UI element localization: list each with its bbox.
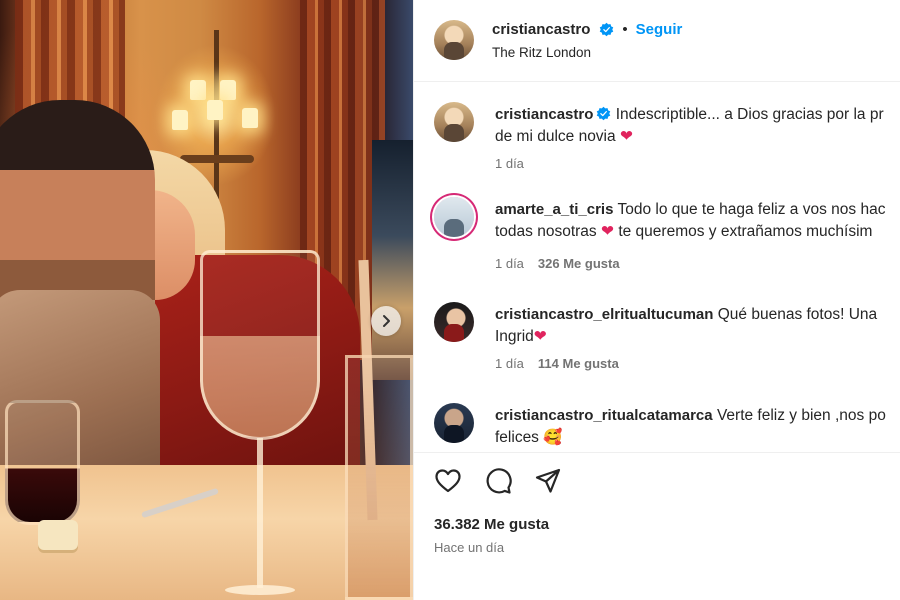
- comment-text: cristiancastro_elritualtucuman Qué buena…: [495, 304, 900, 348]
- follow-button[interactable]: Seguir: [636, 21, 683, 38]
- comment-text: cristiancastro Indescriptible... a Dios …: [495, 104, 900, 148]
- comment-meta: 1 día 114 Me gusta: [495, 356, 619, 371]
- verified-badge-icon: [597, 106, 611, 121]
- comment-item: cristiancastro_elritualtucuman Qué buena…: [414, 302, 900, 392]
- heart-emoji: ❤: [601, 223, 614, 240]
- action-bar: [434, 467, 562, 495]
- comment-avatar[interactable]: [434, 102, 474, 142]
- comment-item: amarte_a_ti_cris Todo lo que te haga fel…: [414, 197, 900, 287]
- comment-time[interactable]: 1 día: [495, 256, 524, 271]
- dessert: [38, 520, 78, 550]
- comment-avatar[interactable]: [434, 403, 474, 443]
- comment-icon[interactable]: [484, 467, 512, 495]
- wine-glass: [200, 250, 320, 600]
- likes-count[interactable]: 36.382 Me gusta: [434, 516, 549, 533]
- post-photo: [0, 0, 413, 600]
- comment-username[interactable]: cristiancastro_ritualcatamarca: [495, 407, 713, 424]
- wine-carafe: [5, 400, 80, 525]
- heart-icon[interactable]: [434, 467, 462, 495]
- author-username[interactable]: cristiancastro: [492, 21, 590, 38]
- comment-likes[interactable]: 114 Me gusta: [538, 356, 619, 371]
- chevron-right-icon: [383, 315, 390, 327]
- comment-meta: 1 día: [495, 156, 524, 171]
- window-view: [372, 140, 413, 380]
- comment-body-line2: Ingrid: [495, 328, 534, 345]
- comments-list[interactable]: cristiancastro Indescriptible... a Dios …: [414, 83, 900, 451]
- comment-item: cristiancastro Indescriptible... a Dios …: [414, 102, 900, 192]
- author-avatar[interactable]: [434, 20, 474, 60]
- carousel-next-button[interactable]: [371, 306, 401, 336]
- comment-body-line1: Qué buenas fotos! Una: [717, 306, 878, 323]
- comment-username[interactable]: amarte_a_ti_cris: [495, 201, 613, 218]
- comment-text: cristiancastro_ritualcatamarca Verte fel…: [495, 405, 900, 449]
- smiling-hearts-emoji: 🥰: [543, 429, 563, 446]
- comment-text: amarte_a_ti_cris Todo lo que te haga fel…: [495, 199, 900, 243]
- comment-body-line2: felices: [495, 429, 539, 446]
- comment-body-line2: de mi dulce novia: [495, 128, 616, 145]
- post-timestamp[interactable]: Hace un día: [434, 540, 504, 555]
- comment-body-line1: Todo lo que te haga feliz a vos nos hac: [617, 201, 886, 218]
- comment-username[interactable]: cristiancastro: [495, 106, 593, 123]
- post-sidebar: cristiancastro • Seguir The Ritz London …: [413, 0, 900, 600]
- comment-username[interactable]: cristiancastro_elritualtucuman: [495, 306, 713, 323]
- heart-emoji: ❤: [619, 128, 633, 145]
- comment-avatar[interactable]: [434, 302, 474, 342]
- comment-meta: 1 día 326 Me gusta: [495, 256, 620, 271]
- comment-item: cristiancastro_ritualcatamarca Verte fel…: [414, 403, 900, 451]
- post-actions: 36.382 Me gusta Hace un día: [414, 452, 900, 600]
- heart-emoji: ❤: [533, 328, 547, 345]
- comment-time[interactable]: 1 día: [495, 156, 524, 171]
- comment-body-line2: todas nosotras: [495, 223, 597, 240]
- comment-avatar[interactable]: [434, 197, 474, 237]
- water-glass: [345, 355, 413, 600]
- send-icon[interactable]: [534, 467, 562, 495]
- comment-likes[interactable]: 326 Me gusta: [538, 256, 620, 271]
- comment-body-line2-after: te queremos y extrañamos muchísim: [618, 223, 873, 240]
- post-location[interactable]: The Ritz London: [492, 45, 591, 60]
- post-header: cristiancastro • Seguir The Ritz London: [414, 0, 900, 82]
- separator-dot: •: [622, 21, 628, 38]
- verified-badge-icon: [600, 22, 614, 37]
- comment-time[interactable]: 1 día: [495, 356, 524, 371]
- comment-body-line1: Verte feliz y bien ,nos po: [716, 407, 886, 424]
- comment-body-line1: Indescriptible... a Dios gracias por la …: [615, 106, 884, 123]
